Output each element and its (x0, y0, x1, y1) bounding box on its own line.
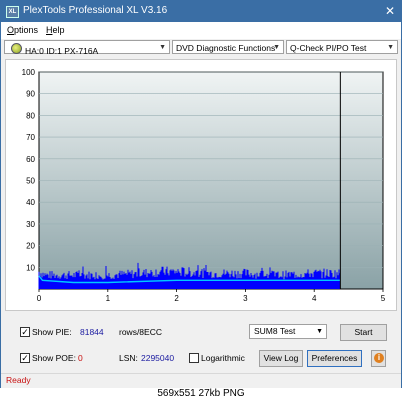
pie-value: 81844 (80, 327, 104, 337)
function-select[interactable]: DVD Diagnostic Functions ▼ (172, 40, 284, 54)
drive-select[interactable]: HA:0 ID:1 PX-716A ▼ (4, 40, 170, 56)
x-tick-label: 2 (174, 294, 179, 303)
preferences-button[interactable]: Preferences (307, 350, 362, 367)
y-tick-label: 40 (26, 198, 35, 207)
menu-bar: Options Help (1, 22, 401, 39)
x-tick-label: 0 (37, 294, 42, 303)
drive-select-value: HA:0 ID:1 PX-716A (25, 46, 99, 56)
poe-value: 0 (78, 353, 83, 363)
pie-unit: rows/8ECC (119, 327, 162, 337)
y-tick-label: 80 (26, 111, 35, 120)
toolbar: HA:0 ID:1 PX-716A ▼ DVD Diagnostic Funct… (1, 39, 401, 57)
menu-help[interactable]: Help (46, 25, 65, 35)
logarithmic-label: Logarithmic (201, 353, 245, 363)
show-poe-label: Show POE: (32, 353, 76, 363)
y-tick-label: 10 (26, 263, 35, 272)
test-select-value: Q-Check PI/PO Test (290, 43, 367, 53)
chevron-down-icon: ▼ (159, 44, 166, 51)
x-tick-label: 4 (312, 294, 317, 303)
app-icon: XL (6, 6, 19, 18)
title-bar: XL PlexTools Professional XL V3.16 ✕ (1, 1, 401, 22)
function-select-value: DVD Diagnostic Functions (176, 43, 276, 53)
image-caption: 569x551 27kb PNG (157, 388, 245, 399)
lsn-label: LSN: (119, 353, 138, 363)
x-tick-label: 5 (381, 294, 386, 303)
controls-panel: ✓ Show PIE: 81844 rows/8ECC ✓ Show POE: … (1, 315, 401, 373)
menu-options[interactable]: Options (7, 25, 38, 35)
chevron-down-icon: ▼ (316, 328, 323, 335)
y-tick-label: 70 (26, 133, 35, 142)
y-tick-label: 90 (26, 90, 35, 99)
info-button[interactable]: i (371, 350, 386, 367)
app-window: XL PlexTools Professional XL V3.16 ✕ Opt… (0, 0, 402, 388)
start-button[interactable]: Start (340, 324, 387, 341)
x-tick-label: 1 (106, 294, 111, 303)
show-pie-label: Show PIE: (32, 327, 72, 337)
drive-icon (11, 43, 22, 54)
sum-test-value: SUM8 Test (254, 326, 296, 336)
close-icon[interactable]: ✕ (384, 4, 396, 18)
show-pie-checkbox[interactable]: ✓ (20, 327, 30, 337)
view-log-button[interactable]: View Log (259, 350, 303, 367)
window-title: PlexTools Professional XL V3.16 (23, 5, 168, 16)
y-tick-label: 100 (22, 68, 36, 77)
status-text: Ready (6, 375, 31, 385)
pi-chart: 10 20 30 40 50 60 70 80 90 100 0 1 2 3 4 5 (22, 68, 386, 303)
x-tick-label: 3 (243, 294, 248, 303)
test-select[interactable]: Q-Check PI/PO Test ▼ (286, 40, 398, 54)
y-tick-label: 50 (26, 177, 35, 186)
chevron-down-icon: ▼ (273, 44, 280, 51)
logarithmic-checkbox[interactable] (189, 353, 199, 363)
y-tick-label: 60 (26, 155, 35, 164)
y-tick-label: 30 (26, 220, 35, 229)
chart-frame: 10 20 30 40 50 60 70 80 90 100 0 1 2 3 4 5 (5, 59, 397, 311)
lsn-value: 2295040 (141, 353, 175, 363)
chevron-down-icon: ▼ (387, 44, 394, 51)
sum-test-select[interactable]: SUM8 Test ▼ (249, 324, 327, 339)
show-poe-checkbox[interactable]: ✓ (20, 353, 30, 363)
y-tick-label: 20 (26, 242, 35, 251)
status-bar: Ready (1, 373, 401, 388)
info-icon: i (374, 353, 384, 363)
